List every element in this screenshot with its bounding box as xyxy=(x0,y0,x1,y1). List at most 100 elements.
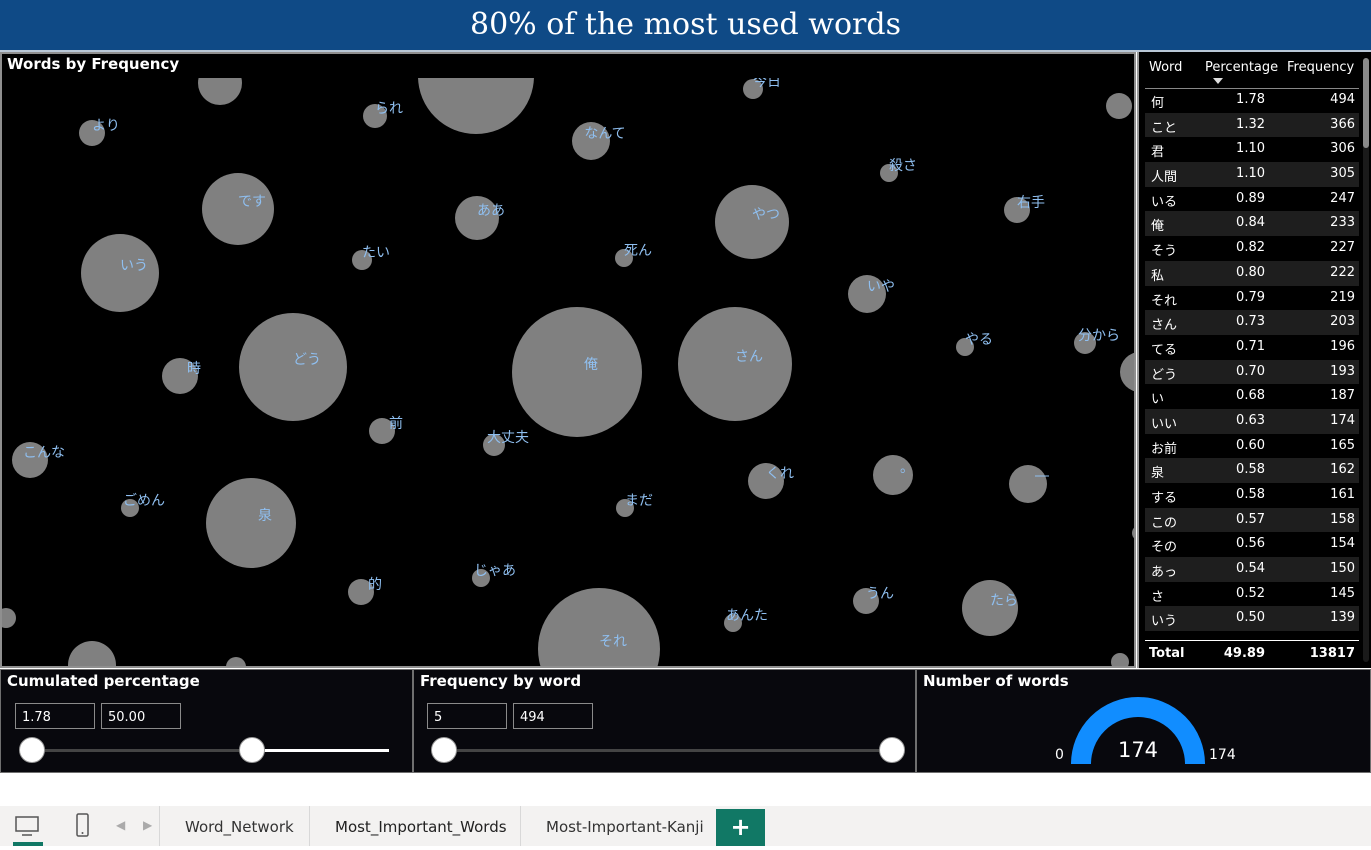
column-header-percentage[interactable]: Percentage xyxy=(1205,60,1278,75)
cell-frequency: 193 xyxy=(1330,363,1355,379)
cumulated-percentage-slicer[interactable]: Cumulated percentage 1.78 50.00 xyxy=(0,669,413,773)
cumulated-min-input[interactable]: 1.78 xyxy=(15,703,95,729)
cumulated-slider-track[interactable] xyxy=(31,749,389,752)
frequency-min-handle[interactable] xyxy=(431,737,457,763)
table-row[interactable]: その 0.56 154 xyxy=(1145,532,1359,557)
total-frequency: 13817 xyxy=(1309,646,1355,661)
table-row[interactable]: さん 0.73 203 xyxy=(1145,310,1359,335)
bubble-point[interactable] xyxy=(1120,352,1134,392)
bubble-label: くれ xyxy=(766,466,794,482)
number-of-words-gauge[interactable]: Number of words 0 174 174 xyxy=(916,669,1371,773)
cell-percentage: 1.10 xyxy=(1236,141,1265,157)
table-row[interactable]: いい 0.63 174 xyxy=(1145,408,1359,434)
table-row[interactable]: 人間 1.10 305 xyxy=(1145,162,1359,187)
table-row[interactable]: 私 0.80 222 xyxy=(1145,260,1359,286)
cell-frequency: 494 xyxy=(1330,92,1355,107)
table-row[interactable]: こと 1.32 366 xyxy=(1145,112,1359,138)
cumulated-max-handle[interactable] xyxy=(239,737,265,763)
table-row[interactable]: 泉 0.58 162 xyxy=(1145,458,1359,483)
table-row[interactable]: い 0.68 187 xyxy=(1145,384,1359,409)
add-page-button[interactable]: + xyxy=(716,809,765,846)
column-header-frequency[interactable]: Frequency xyxy=(1287,60,1354,75)
bubble-point[interactable] xyxy=(1111,653,1129,666)
desktop-view-button[interactable] xyxy=(0,806,56,846)
bubble-point[interactable] xyxy=(1106,93,1132,119)
column-header-word[interactable]: Word xyxy=(1149,60,1182,75)
word-table-visual[interactable]: Word Percentage Frequency 何 1.78 494 こと 1.32… xyxy=(1137,52,1371,668)
table-row[interactable]: てる 0.71 196 xyxy=(1145,335,1359,360)
bubble-label: いう xyxy=(120,258,148,274)
table-row[interactable]: いる 0.89 247 xyxy=(1145,187,1359,212)
cell-word: い xyxy=(1151,392,1165,408)
table-header: Word Percentage Frequency xyxy=(1145,60,1359,89)
frequency-min-input[interactable]: 5 xyxy=(427,703,507,729)
bubble-point[interactable] xyxy=(538,588,660,666)
bubble-point[interactable] xyxy=(1132,525,1134,541)
chevron-left-icon[interactable]: ◀ xyxy=(116,818,125,832)
cell-frequency: 227 xyxy=(1330,240,1355,256)
tab-divider xyxy=(159,806,160,846)
table-row[interactable]: どう 0.70 193 xyxy=(1145,359,1359,385)
table-row[interactable]: 何 1.78 494 xyxy=(1145,88,1359,113)
bubble-point[interactable] xyxy=(226,657,246,666)
frequency-slicer[interactable]: Frequency by word 5 494 xyxy=(413,669,916,773)
cell-frequency: 150 xyxy=(1330,561,1355,577)
table-row[interactable]: 俺 0.84 233 xyxy=(1145,211,1359,237)
table-row[interactable]: あっ 0.54 150 xyxy=(1145,557,1359,582)
frequency-max-input[interactable]: 494 xyxy=(513,703,593,729)
bubble-plot-area[interactable]: 俺 さん どう それ いう です やつ泉 ああ なんて より られ 今日 殺さ 右手 たい 死ん いや やる 分から… xyxy=(2,78,1134,666)
bubble-point[interactable] xyxy=(198,78,242,105)
bubble-chart-visual[interactable]: Words by Frequency 俺 さん どう それ いう です やつ泉 ああ なんて より… xyxy=(0,52,1136,668)
bubble-point[interactable] xyxy=(68,641,116,666)
bubble-label: です xyxy=(238,194,266,210)
table-row[interactable]: いう 0.50 139 xyxy=(1145,606,1359,632)
bubble-label: 前 xyxy=(389,416,403,432)
cell-percentage: 1.10 xyxy=(1236,166,1265,182)
slicer-title: Frequency by word xyxy=(420,672,582,690)
bubble-label: やる xyxy=(965,332,993,348)
bubble-point[interactable] xyxy=(512,307,642,437)
table-row[interactable]: この 0.57 158 xyxy=(1145,507,1359,533)
table-row[interactable]: お前 0.60 165 xyxy=(1145,434,1359,459)
table-scroll-thumb[interactable] xyxy=(1363,58,1369,148)
bubble-point[interactable] xyxy=(206,478,296,568)
page-title: 80% of the most used words xyxy=(470,7,901,42)
bubble-label: ああ xyxy=(477,203,505,219)
cell-percentage: 0.84 xyxy=(1236,215,1265,231)
frequency-slider-track[interactable] xyxy=(444,749,894,752)
cell-word: あっ xyxy=(1151,565,1178,581)
cell-frequency: 219 xyxy=(1330,289,1355,305)
table-row[interactable]: 君 1.10 306 xyxy=(1145,137,1359,162)
bubble-point[interactable] xyxy=(418,78,534,134)
cell-frequency: 139 xyxy=(1330,610,1355,626)
table-row[interactable]: そう 0.82 227 xyxy=(1145,236,1359,261)
report-header: 80% of the most used words xyxy=(0,0,1371,52)
cell-frequency: 162 xyxy=(1330,462,1355,478)
cumulated-min-handle[interactable] xyxy=(19,737,45,763)
chevron-right-icon[interactable]: ▶ xyxy=(143,818,152,832)
table-row[interactable]: する 0.58 161 xyxy=(1145,483,1359,508)
bubble-label: より xyxy=(92,118,120,134)
mobile-view-button[interactable] xyxy=(60,806,104,846)
bubble-label: さん xyxy=(735,349,763,365)
table-row[interactable]: さ 0.52 145 xyxy=(1145,582,1359,607)
bubble-label: 右手 xyxy=(1017,195,1045,211)
table-row[interactable]: それ 0.79 219 xyxy=(1145,286,1359,311)
bubble-label: じゃあ xyxy=(474,563,516,579)
bubble-label: うん xyxy=(866,586,894,602)
cell-word: いい xyxy=(1151,416,1178,432)
bubble-point[interactable] xyxy=(2,608,16,628)
bubble-chart-title: Words by Frequency xyxy=(7,55,180,73)
cell-word: いる xyxy=(1151,194,1178,210)
frequency-max-handle[interactable] xyxy=(879,737,905,763)
gauge-max-label: 174 xyxy=(1209,747,1236,763)
tab-most-important-kanji[interactable]: Most-Important-Kanji xyxy=(546,818,704,836)
cumulated-max-input[interactable]: 50.00 xyxy=(101,703,181,729)
gauge-value: 174 xyxy=(1117,738,1159,762)
table-scrollbar[interactable] xyxy=(1363,58,1369,662)
cell-word: てる xyxy=(1151,342,1178,358)
sort-descending-icon[interactable] xyxy=(1213,78,1223,84)
tab-most-important-words[interactable]: Most_Important_Words xyxy=(335,818,507,836)
cell-percentage: 0.58 xyxy=(1236,487,1265,502)
tab-word-network[interactable]: Word_Network xyxy=(185,818,294,836)
